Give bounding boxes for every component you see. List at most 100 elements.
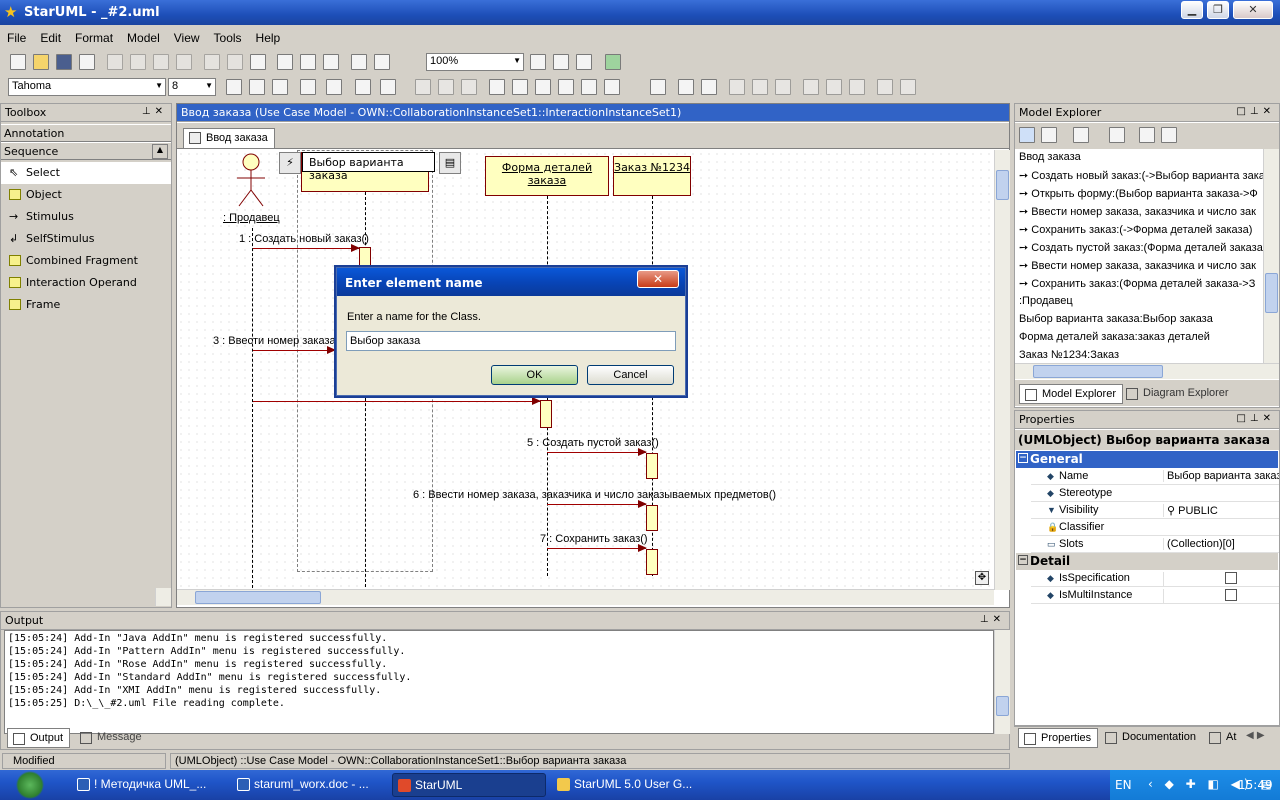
copy-icon[interactable] xyxy=(130,54,146,70)
tab-output[interactable]: Output xyxy=(7,728,71,748)
show-signature-icon[interactable] xyxy=(461,79,477,95)
inline-name-editor[interactable]: Выбор варианта заказа xyxy=(302,152,435,182)
toolbox-item-select[interactable]: ⇖ Select xyxy=(1,162,171,184)
ismultiinstance-checkbox[interactable] xyxy=(1225,589,1237,601)
toolbox-item-combined-fragment[interactable]: Combined Fragment xyxy=(1,250,171,272)
category-detail[interactable]: − Detail xyxy=(1016,553,1278,570)
language-indicator[interactable]: EN xyxy=(1115,778,1132,792)
delete-icon[interactable] xyxy=(176,54,192,70)
menu-format[interactable]: Format xyxy=(68,28,120,45)
prop-row-isspecification[interactable]: ◆ IsSpecification xyxy=(1031,570,1279,587)
font-size-select[interactable]: 8 ▼ xyxy=(168,78,216,96)
menu-model[interactable]: Model xyxy=(120,28,167,45)
diagram-tool-3-icon[interactable] xyxy=(323,54,339,70)
sort-asc-icon[interactable] xyxy=(1019,127,1035,143)
expand-icon[interactable] xyxy=(604,79,620,95)
toolbox-item-stimulus[interactable]: → Stimulus xyxy=(1,206,171,228)
tab-scroll-arrows-icon[interactable]: ◀ ▶ xyxy=(1246,730,1265,741)
menu-tools[interactable]: Tools xyxy=(207,28,249,45)
tree-item[interactable]: ➙ Создать пустой заказ:(Форма деталей за… xyxy=(1016,239,1264,257)
diagram-vscroll-thumb[interactable] xyxy=(996,170,1009,200)
output-window-icons[interactable]: ⊥✕ xyxy=(980,614,1005,625)
prop-value[interactable]: ⚲ PUBLIC xyxy=(1163,504,1279,517)
task-user-guide[interactable]: StarUML 5.0 User G... xyxy=(552,773,706,797)
pan-icon[interactable]: ✥ xyxy=(975,571,989,585)
tab-message[interactable]: Message xyxy=(75,728,148,748)
toolbox-item-frame[interactable]: Frame xyxy=(1,294,171,316)
redo-icon[interactable] xyxy=(227,54,243,70)
prop-row-ismultiinstance[interactable]: ◆ IsMultiInstance xyxy=(1031,587,1279,604)
explorer-hscroll[interactable] xyxy=(1015,363,1279,379)
add-element-icon[interactable] xyxy=(1073,127,1089,143)
tree-item[interactable]: Форма деталей заказа:заказ деталей xyxy=(1016,329,1264,347)
toolbox-section-sequence[interactable]: Sequence ▲ xyxy=(1,142,171,160)
actor-figure[interactable] xyxy=(233,152,269,212)
zoom-fit-icon[interactable] xyxy=(576,54,592,70)
tree-item[interactable]: Ввод заказа xyxy=(1016,149,1264,167)
line-color-icon[interactable] xyxy=(249,79,265,95)
activation-form[interactable] xyxy=(540,400,552,428)
activation-order-1[interactable] xyxy=(646,453,658,479)
prop-row-classifier[interactable]: 🔒 Classifier xyxy=(1031,519,1279,536)
tab-model-explorer[interactable]: Model Explorer xyxy=(1019,384,1123,404)
toolbox-section-annotation[interactable]: Annotation xyxy=(1,124,171,142)
show-operations-icon[interactable] xyxy=(438,79,454,95)
undo-icon[interactable] xyxy=(204,54,220,70)
move-up-icon[interactable] xyxy=(1139,127,1155,143)
new-file-icon[interactable] xyxy=(10,54,26,70)
tab-diagram[interactable]: Ввод заказа xyxy=(183,128,275,148)
toolbox-item-object[interactable]: Object xyxy=(1,184,171,206)
align-left-icon[interactable] xyxy=(729,79,745,95)
tree-item[interactable]: Выбор варианта заказа:Выбор заказа xyxy=(1016,311,1264,329)
tree-item[interactable]: ➙ Ввести номер заказа, заказчика и число… xyxy=(1016,203,1264,221)
font-select[interactable]: Tahoma ▼ xyxy=(8,78,166,96)
collapse-icon[interactable] xyxy=(581,79,597,95)
show-attributes-icon[interactable] xyxy=(415,79,431,95)
font-icon[interactable] xyxy=(226,79,242,95)
menu-view[interactable]: View xyxy=(167,28,207,45)
toolbox-scroll-down[interactable] xyxy=(155,588,171,606)
xmi-icon[interactable] xyxy=(351,54,367,70)
refresh-icon[interactable] xyxy=(605,54,621,70)
explorer-vscroll-thumb[interactable] xyxy=(1265,273,1278,313)
move-down-icon[interactable] xyxy=(1161,127,1177,143)
addin-icon[interactable] xyxy=(374,54,390,70)
align-right-icon[interactable] xyxy=(752,79,768,95)
zoom-select[interactable]: 100% ▼ xyxy=(426,53,524,71)
task-staruml-worx[interactable]: staruml_worx.doc - ... xyxy=(232,773,386,797)
cancel-button[interactable]: Cancel xyxy=(587,365,674,385)
tree-item[interactable]: ➙ Создать новый заказ:(->Выбор варианта … xyxy=(1016,167,1264,185)
line-style-icon[interactable] xyxy=(380,79,396,95)
align-top-icon[interactable] xyxy=(803,79,819,95)
tab-diagram-explorer[interactable]: Diagram Explorer xyxy=(1121,384,1235,404)
diagram-vscroll[interactable] xyxy=(994,150,1010,590)
diagram-hscroll[interactable] xyxy=(177,589,994,605)
suppress-icon[interactable] xyxy=(355,79,371,95)
find-icon[interactable] xyxy=(250,54,266,70)
tab-attachments[interactable]: At xyxy=(1204,728,1242,748)
align-bottom-icon[interactable] xyxy=(826,79,842,95)
ok-button[interactable]: OK xyxy=(491,365,578,385)
explorer-hscroll-thumb[interactable] xyxy=(1033,365,1163,378)
output-vscroll-thumb[interactable] xyxy=(996,696,1009,716)
task-staruml[interactable]: StarUML xyxy=(392,773,546,797)
toolbox-item-interaction-operand[interactable]: Interaction Operand xyxy=(1,272,171,294)
prop-row-visibility[interactable]: ▼ Visibility ⚲ PUBLIC xyxy=(1031,502,1279,519)
align-center-icon[interactable] xyxy=(775,79,791,95)
space-horizontal-icon[interactable] xyxy=(877,79,893,95)
message-3-arrow[interactable] xyxy=(253,346,336,354)
minimize-button[interactable]: ▁ xyxy=(1181,1,1203,19)
tree-item[interactable]: :Продавец xyxy=(1016,293,1264,311)
diagram-tool-icon[interactable] xyxy=(277,54,293,70)
send-back-icon[interactable] xyxy=(701,79,717,95)
bring-front-icon[interactable] xyxy=(678,79,694,95)
show-parent-icon[interactable] xyxy=(535,79,551,95)
toolbox-pin-close-icons[interactable]: ⊥✕ xyxy=(142,106,167,117)
maximize-button[interactable]: ❐ xyxy=(1207,1,1229,19)
zoom-in-icon[interactable] xyxy=(530,54,546,70)
sort-desc-icon[interactable] xyxy=(1041,127,1057,143)
isspecification-checkbox[interactable] xyxy=(1225,572,1237,584)
message-1-arrow[interactable] xyxy=(253,244,360,252)
explorer-window-icons[interactable]: □⊥✕ xyxy=(1236,106,1275,117)
task-metodichka[interactable]: ! Методичка UML_... xyxy=(72,773,226,797)
